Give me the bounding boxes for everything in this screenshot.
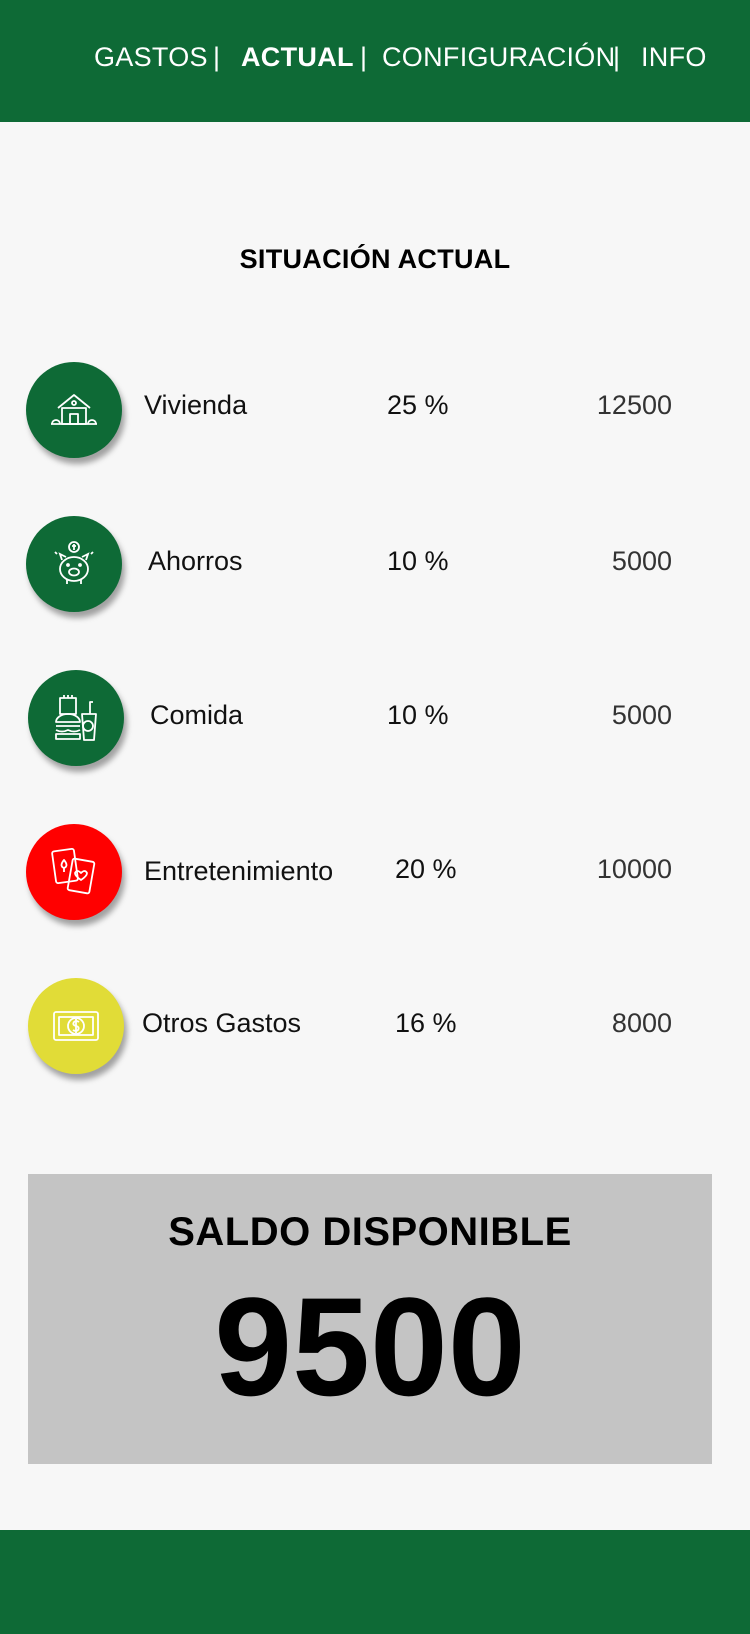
house-icon [51,394,97,425]
nav-tab-info[interactable]: INFO [641,42,707,73]
nav-separator: | [613,42,621,72]
money-bill-icon [53,1011,99,1041]
nav-tab-configuracion[interactable]: CONFIGURACIÓN [382,42,615,73]
playing-cards-icon [51,847,96,895]
balance-value: 9500 [214,1268,526,1425]
category-icon-circle [28,670,124,766]
piggy-bank-icon [54,541,94,584]
nav-separator: | [213,42,221,72]
category-amount: 10000 [596,854,672,884]
category-name: Otros Gastos [142,1008,302,1038]
balance-label: SALDO DISPONIBLE [168,1210,572,1254]
category-amount: 5000 [611,700,672,730]
category-row-entretenimiento[interactable]: Entretenimiento 20 % 10000 [0,823,750,923]
category-name: Ahorros [148,546,243,576]
category-icon-circle [26,362,122,458]
bottom-bar [0,1530,750,1634]
category-amount: 12500 [596,390,672,420]
page-title: SITUACIÓN ACTUAL [239,244,511,274]
category-row-vivienda[interactable]: Vivienda 25 % 12500 [0,360,750,460]
category-amount: 5000 [611,546,672,576]
nav-separator: | [360,42,368,72]
main-nav: GASTOS | ACTUAL | CONFIGURACIÓN | INFO [0,42,750,78]
nav-tab-gastos[interactable]: GASTOS [94,42,208,73]
category-percent: 10 % [387,546,449,576]
category-name: Entretenimiento [144,856,334,886]
category-row-ahorros[interactable]: Ahorros 10 % 5000 [0,515,750,615]
top-app-bar: GASTOS | ACTUAL | CONFIGURACIÓN | INFO [0,0,750,122]
category-row-otros-gastos[interactable]: Otros Gastos 16 % 8000 [0,977,750,1077]
nav-tab-actual[interactable]: ACTUAL [241,42,354,73]
category-icon-circle [28,978,124,1074]
category-name: Comida [150,700,244,730]
category-amount: 8000 [611,1008,672,1038]
fast-food-icon [55,695,97,741]
category-name: Vivienda [144,390,248,420]
category-icon-circle [26,824,122,920]
category-percent: 16 % [395,1008,457,1038]
category-percent: 10 % [387,700,449,730]
category-percent: 20 % [395,854,457,884]
balance-panel: SALDO DISPONIBLE 9500 [28,1174,712,1464]
category-row-comida[interactable]: Comida 10 % 5000 [0,669,750,769]
category-icon-circle [26,516,122,612]
category-percent: 25 % [387,390,449,420]
